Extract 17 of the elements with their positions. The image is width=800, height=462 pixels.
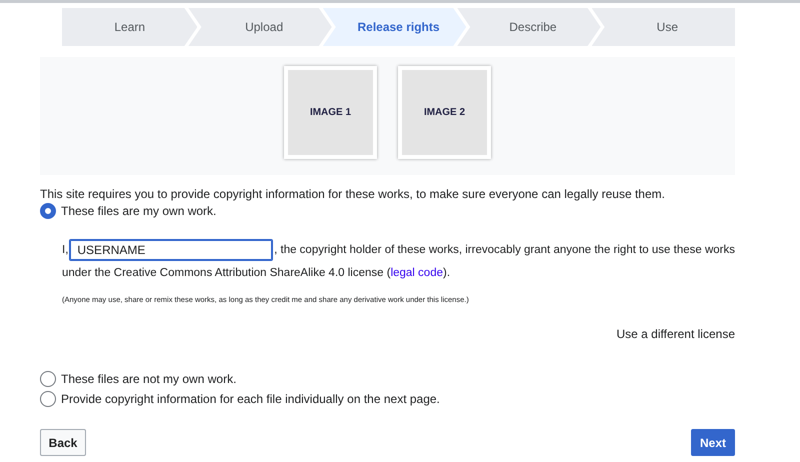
radio-button[interactable] xyxy=(40,203,56,219)
back-button[interactable]: Back xyxy=(40,429,86,456)
different-license-link[interactable]: Use a different license xyxy=(616,327,735,341)
radio-button[interactable] xyxy=(40,391,56,407)
license-statement: , the copyright holder of these works, irrevocably grant anyone the right to use these works xyxy=(274,243,735,258)
radio-button[interactable] xyxy=(40,371,56,387)
image-label: IMAGE 1 xyxy=(310,107,352,118)
prefix-text: I, xyxy=(62,243,68,258)
option-label: These files are not my own work. xyxy=(61,372,236,386)
name-field[interactable]: USERNAME xyxy=(69,239,274,261)
option-label: Provide copyright information for each file individually on the next page. xyxy=(61,392,440,406)
legal-code-link[interactable]: legal code xyxy=(390,267,443,279)
next-button[interactable]: Next xyxy=(691,429,735,456)
option-label: These files are my own work. xyxy=(61,204,216,218)
license-statement: under the Creative Commons Attribution ShareAlike 4.0 license (legal code). xyxy=(62,266,452,281)
image-label: IMAGE 2 xyxy=(424,107,466,118)
intro-text: This site requires you to provide copyright information for these works, to make sure everyone can legally reuse them. xyxy=(40,187,666,201)
